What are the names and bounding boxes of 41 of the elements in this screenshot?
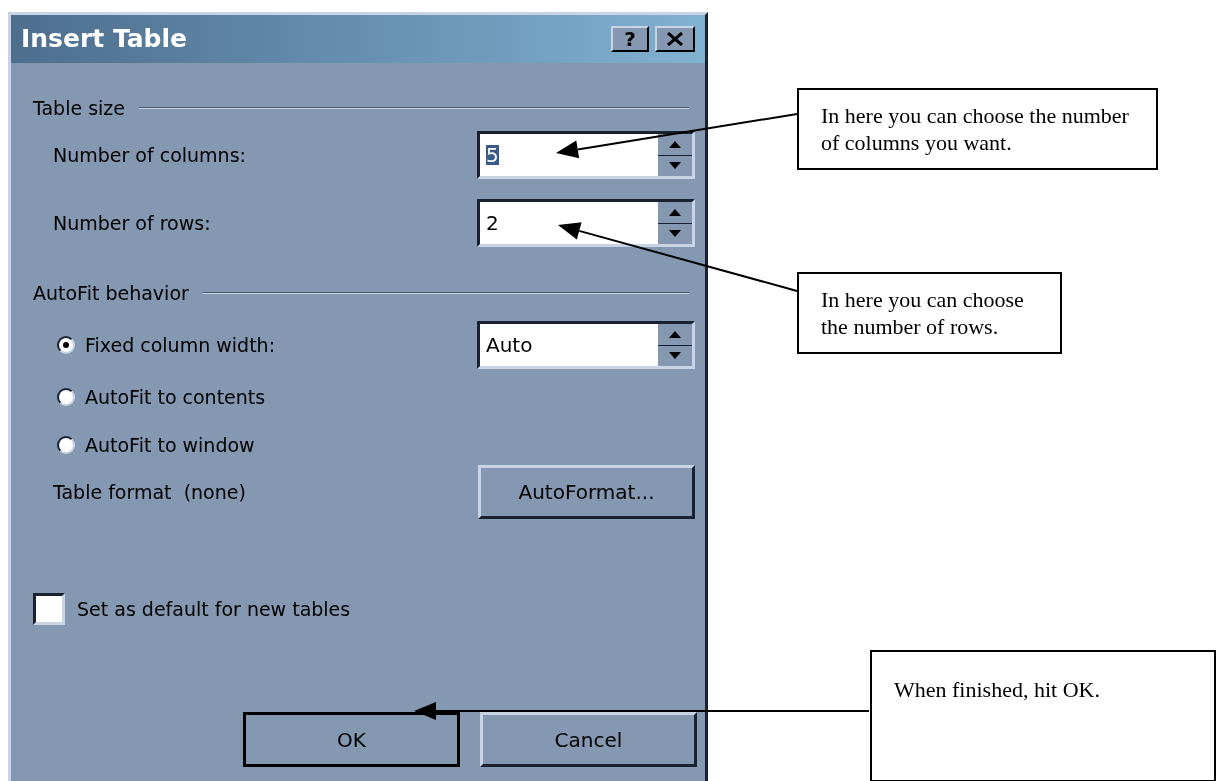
down-arrow-icon: [669, 162, 681, 170]
close-button[interactable]: [655, 26, 695, 52]
field-value: 2: [486, 213, 499, 233]
radio-button[interactable]: [57, 336, 75, 354]
down-arrow-icon: [669, 352, 681, 360]
radio-label: Fixed column width:: [85, 332, 276, 358]
callout-text: When finished, hit OK.: [894, 677, 1100, 702]
down-arrow-icon: [669, 230, 681, 238]
spin-down-button[interactable]: [658, 155, 692, 176]
radio-label: AutoFit to contents: [85, 384, 266, 410]
window-title: Insert Table: [21, 23, 188, 56]
callout-text: In here you can choose the number of columns you want.: [821, 103, 1129, 155]
spin-field[interactable]: 2: [477, 199, 695, 247]
dialog-button[interactable]: OK: [243, 712, 460, 767]
spin-up-button[interactable]: [658, 134, 692, 156]
spin-field[interactable]: Auto: [477, 321, 695, 369]
callout-text: In here you can choose the number of rows.: [821, 287, 1024, 339]
spin-field[interactable]: 5: [477, 131, 695, 179]
spin-down-button[interactable]: [658, 223, 692, 244]
field-value: Auto: [486, 335, 533, 355]
field-label: Number of columns:: [53, 142, 246, 168]
up-arrow-icon: [669, 208, 681, 216]
checkbox-label: Set as default for new tables: [77, 596, 351, 622]
checkbox[interactable]: [33, 593, 65, 625]
dialog-button[interactable]: Cancel: [480, 712, 697, 767]
spin-up-button[interactable]: [658, 324, 692, 346]
table-format-label: Table format (none): [53, 479, 246, 505]
up-arrow-icon: [669, 140, 681, 148]
help-button[interactable]: ?: [611, 26, 649, 52]
spin-down-button[interactable]: [658, 345, 692, 366]
autoformat-button[interactable]: AutoFormat...: [478, 465, 695, 519]
radio-button[interactable]: [57, 388, 75, 406]
radio-label: AutoFit to window: [85, 432, 255, 458]
radio-button[interactable]: [57, 436, 75, 454]
field-value: 5: [486, 145, 499, 165]
field-label: Number of rows:: [53, 210, 211, 236]
spin-up-button[interactable]: [658, 202, 692, 224]
close-icon: [667, 32, 683, 46]
up-arrow-icon: [669, 330, 681, 338]
group-label: Table size: [33, 95, 125, 121]
group-label: AutoFit behavior: [33, 280, 189, 306]
